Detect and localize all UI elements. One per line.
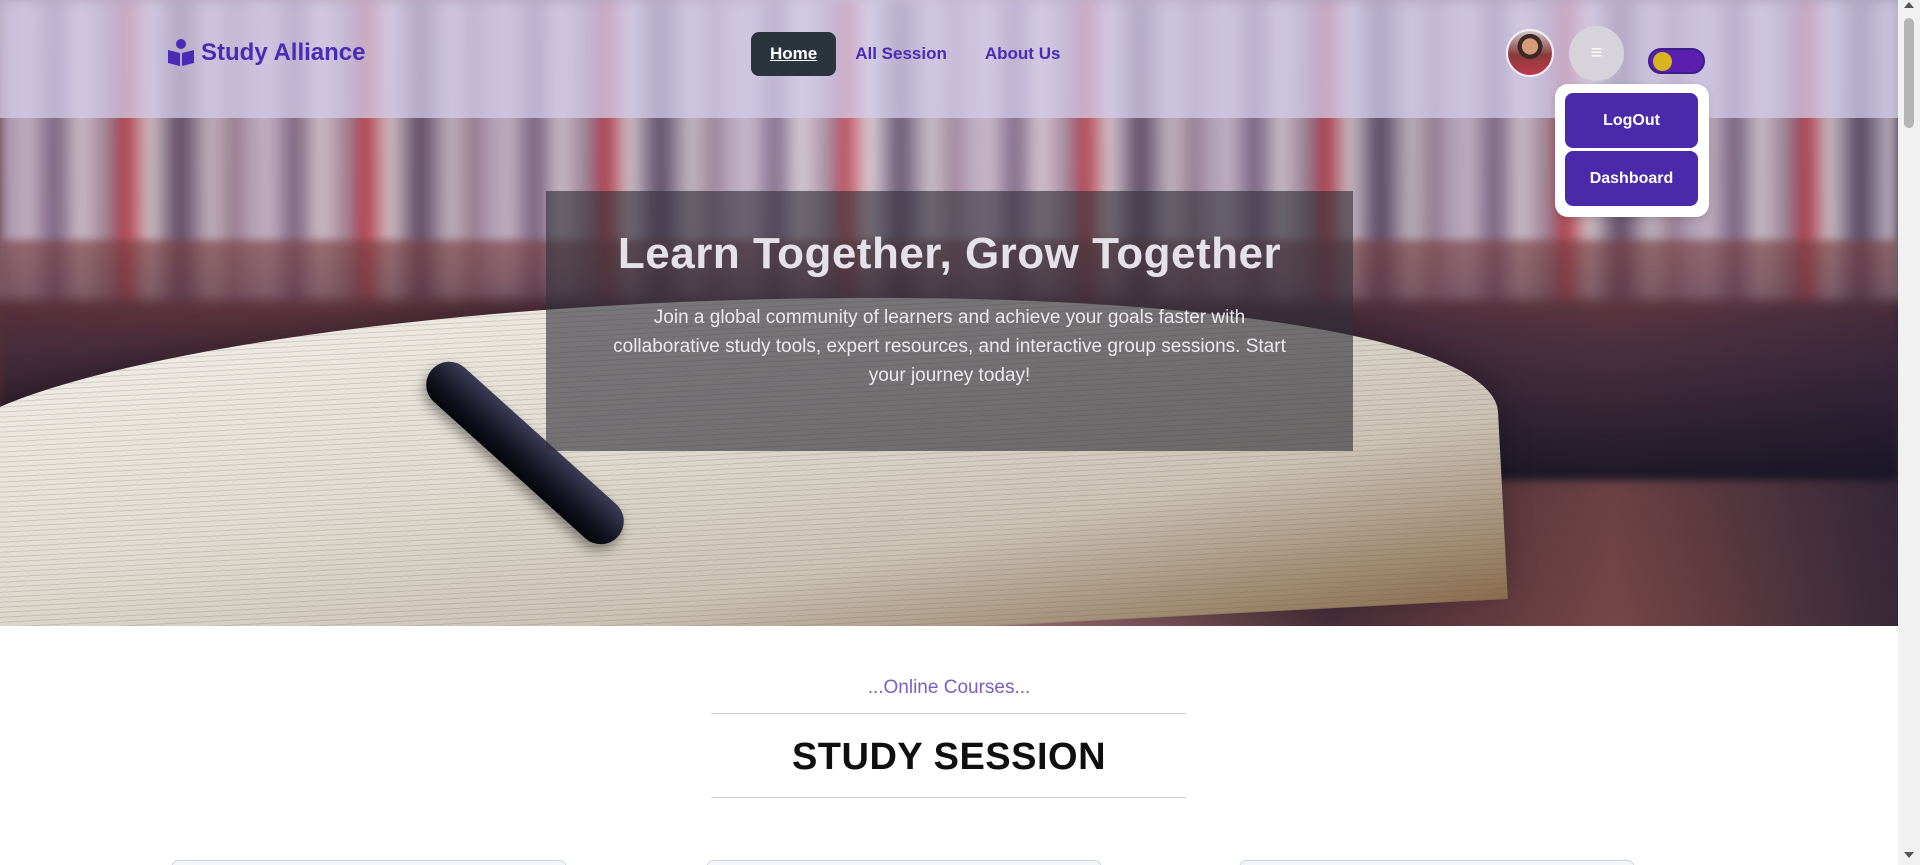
brand-name: Study Alliance	[201, 39, 366, 66]
scroll-up-arrow-icon[interactable]	[1904, 2, 1914, 8]
toggle-knob	[1653, 52, 1672, 71]
menu-icon: ≡	[1590, 42, 1603, 64]
avatar[interactable]	[1506, 29, 1554, 77]
page: Study Alliance Home All Session About Us…	[0, 0, 1920, 865]
session-card[interactable]	[1239, 860, 1635, 865]
section-eyebrow: ...Online Courses...	[867, 677, 1031, 698]
logout-button[interactable]: LogOut	[1565, 93, 1698, 148]
menu-button[interactable]: ≡	[1569, 26, 1624, 81]
nav-about-us-link[interactable]: About Us	[966, 32, 1080, 76]
theme-toggle[interactable]	[1648, 48, 1705, 74]
divider	[711, 797, 1186, 798]
main-nav: Home All Session About Us	[751, 32, 1079, 76]
divider	[711, 713, 1186, 714]
scroll-down-arrow-icon[interactable]	[1904, 852, 1914, 858]
section-title: STUDY SESSION	[791, 736, 1107, 778]
hero-subtitle: Join a global community of learners and …	[613, 307, 1286, 386]
session-card[interactable]	[171, 860, 567, 865]
nav-home-link[interactable]: Home	[751, 32, 837, 76]
nav-all-session-link[interactable]: All Session	[836, 32, 966, 76]
dashboard-button[interactable]: Dashboard	[1565, 151, 1698, 206]
user-dropdown-menu: LogOut Dashboard	[1555, 84, 1709, 217]
page-scrollbar[interactable]	[1898, 0, 1920, 865]
reader-icon	[168, 39, 194, 66]
scroll-thumb[interactable]	[1904, 18, 1914, 128]
session-card[interactable]	[706, 860, 1102, 865]
hero-title: Learn Together, Grow Together	[617, 229, 1282, 278]
brand-logo[interactable]: Study Alliance	[166, 38, 365, 68]
hero-banner: Learn Together, Grow Together Join a glo…	[546, 191, 1353, 451]
